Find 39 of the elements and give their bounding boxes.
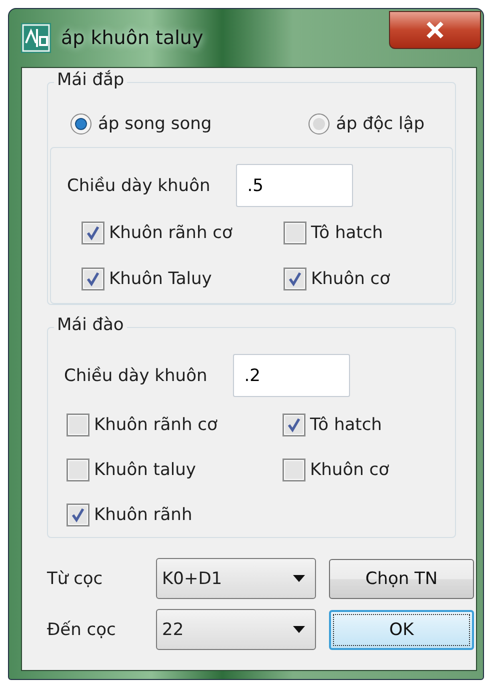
station-dropdown[interactable]: K0+D1 (156, 558, 316, 599)
group-label: Mái đắp (54, 70, 128, 90)
radio-icon (70, 113, 92, 135)
close-button[interactable] (389, 11, 481, 49)
field-label: Chiều dày khuôn (64, 366, 208, 386)
dialog-button[interactable]: Chọn TN (329, 558, 474, 598)
dialog-button[interactable]: OK (329, 610, 474, 650)
checkbox[interactable]: Khuôn rãnh cơ (66, 413, 282, 437)
checkbox-icon (283, 221, 307, 245)
dropdown-arrow-icon (293, 575, 305, 582)
radio-icon (308, 113, 330, 135)
checkbox[interactable]: Khuôn cơ (283, 267, 452, 291)
checkbox[interactable]: Tô hatch (282, 413, 455, 437)
checkbox-icon (282, 458, 306, 482)
checkbox[interactable]: Khuôn taluy (66, 458, 282, 482)
field-label: Đến cọc (47, 620, 117, 640)
window-title: áp khuôn taluy (61, 27, 204, 49)
thickness-field[interactable]: .2 (233, 354, 350, 397)
thickness-field[interactable]: .5 (236, 164, 354, 207)
checkbox-icon (66, 413, 90, 437)
checkbox[interactable]: Khuôn Taluy (81, 267, 283, 291)
checkbox[interactable]: Tô hatch (283, 221, 452, 245)
radio-button[interactable]: áp độc lập (308, 113, 424, 135)
checkbox[interactable]: Khuôn cơ (282, 458, 455, 482)
field-label: Từ cọc (47, 568, 104, 588)
checkbox[interactable]: Khuôn rãnh (66, 503, 282, 527)
checkbox-icon (283, 267, 307, 291)
dropdown-arrow-icon (293, 626, 305, 633)
app-icon (21, 23, 51, 53)
checkbox-icon (81, 221, 105, 245)
radio-button[interactable]: áp song song (70, 113, 308, 135)
checkbox[interactable]: Khuôn rãnh cơ (81, 221, 283, 245)
station-dropdown[interactable]: 22 (156, 609, 316, 650)
close-icon (425, 21, 445, 39)
checkbox-icon (66, 503, 90, 527)
checkbox-icon (66, 458, 90, 482)
field-label: Chiều dày khuôn (67, 176, 210, 196)
checkbox-icon (282, 413, 306, 437)
checkbox-icon (81, 267, 105, 291)
